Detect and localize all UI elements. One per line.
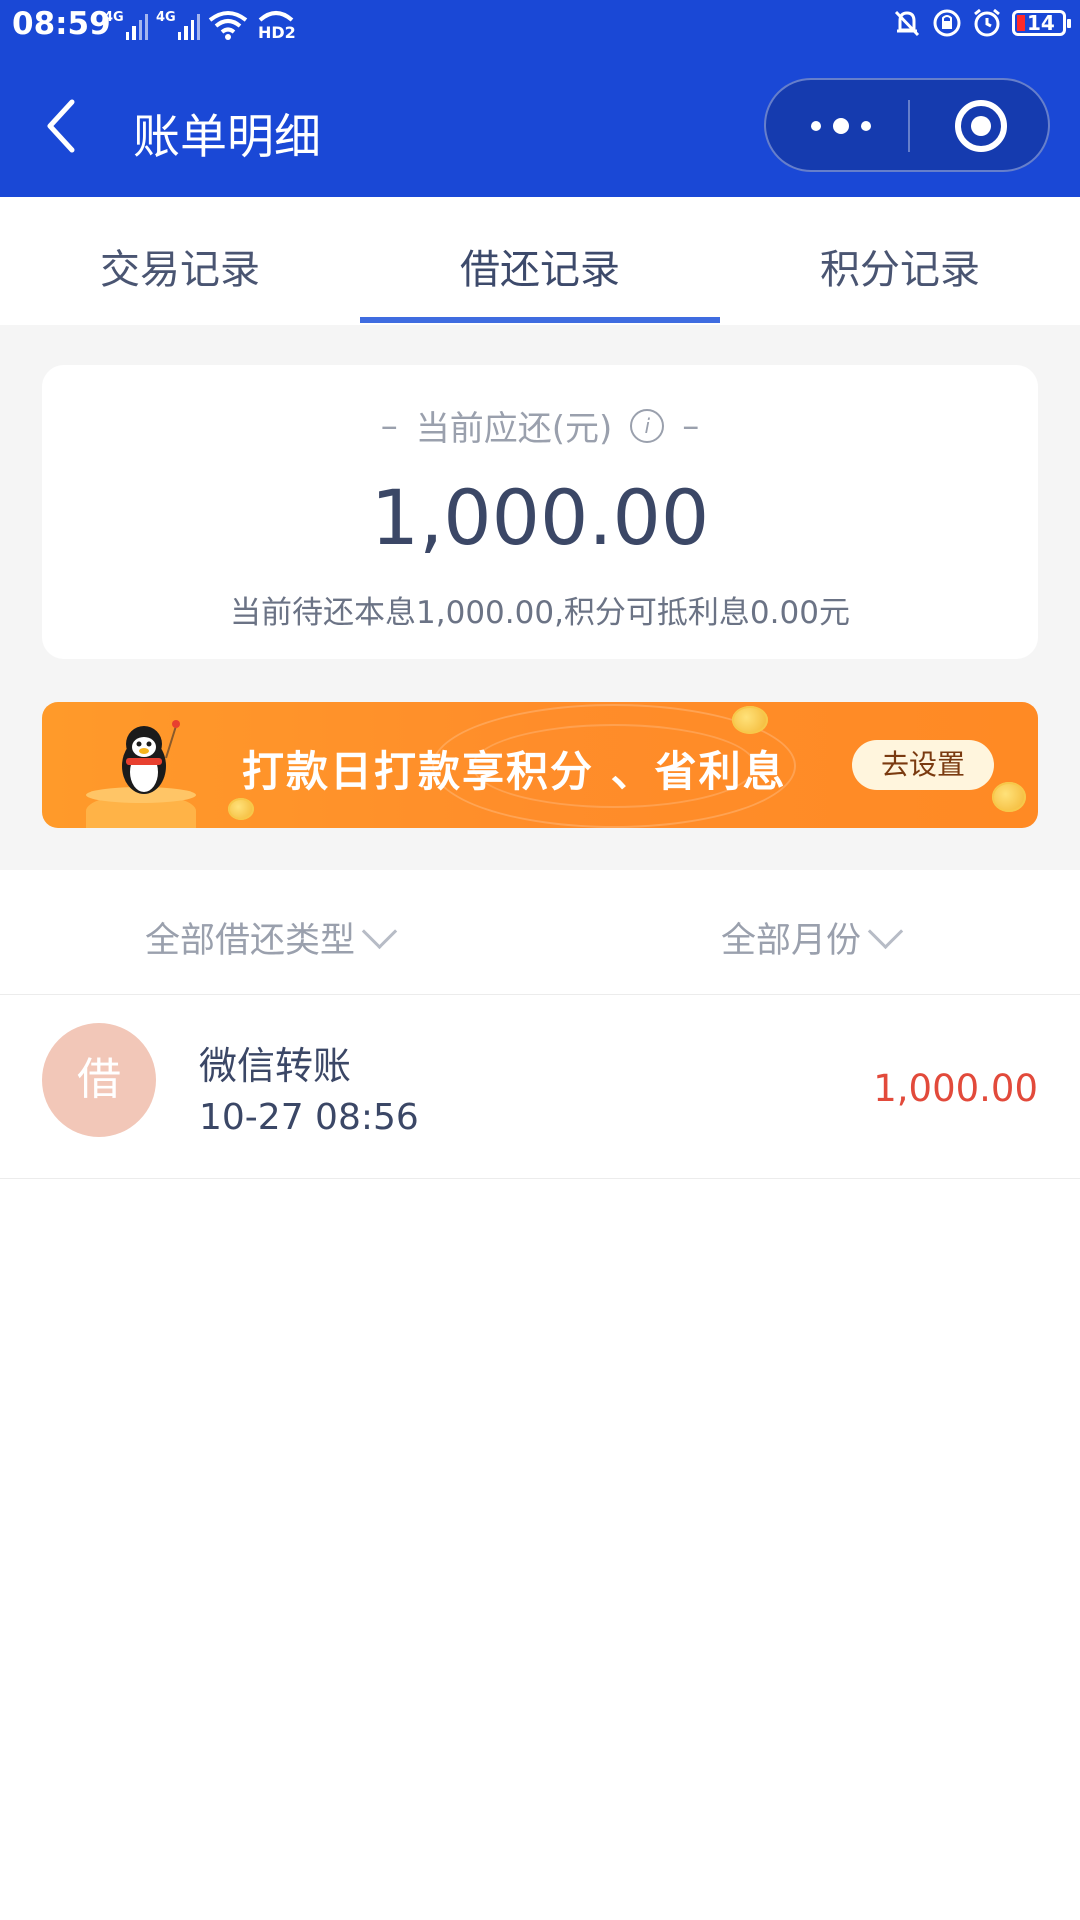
banner-text: 打款日打款享积分 、省利息 [242,747,787,796]
filter-type-label: 全部借还类型 [145,921,356,961]
close-miniapp-button[interactable] [926,92,1036,160]
filter-bar: 全部借还类型 全部月份 [0,870,1080,995]
amount-due: 1,000.00 [370,473,710,562]
battery-icon: 14 [1012,10,1071,36]
tab-transactions[interactable]: 交易记录 [0,197,360,325]
signal-icon: 4G [156,10,200,40]
record-tabs: 交易记录 借还记录 积分记录 [0,197,1080,325]
more-button[interactable] [786,100,896,152]
battery-fill [1017,15,1025,31]
tab-borrow-repay[interactable]: 借还记录 [360,197,720,325]
status-right-icons: 14 [892,8,1071,38]
dash-right: – [682,405,700,446]
nav-bar: 账单明细 [0,56,1080,197]
dash-left: – [380,405,398,446]
battery-level: 14 [1027,11,1055,35]
back-button[interactable] [40,96,90,156]
summary-label-row: – 当前应还(元) i – [42,401,1038,450]
summary-label: 当前应还(元) [415,409,613,449]
alarm-icon [974,8,1000,37]
wifi-icon [208,11,248,40]
chevron-down-icon [361,913,398,950]
tab-points[interactable]: 积分记录 [720,197,1080,325]
filter-type-dropdown[interactable]: 全部借还类型 [145,912,398,963]
status-bar: 08:59 4G 4G HD2 14 [0,0,1080,56]
chevron-left-icon [47,99,75,153]
list-item[interactable]: 借 微信转账 10-27 08:56 1,000.00 [0,995,1080,1179]
banner-setup-button[interactable]: 去设置 [852,740,994,790]
more-dots-icon [811,118,871,134]
filter-month-dropdown[interactable]: 全部月份 [721,912,904,963]
bell-muted-icon [894,10,920,37]
page-title: 账单明细 [133,110,321,165]
hd-label: HD2 [258,23,296,40]
coin-decoration [732,706,768,734]
miniapp-capsule [764,78,1050,172]
coin-decoration [992,782,1026,812]
capsule-divider [908,100,910,152]
summary-section: – 当前应还(元) i – 1,000.00 当前待还本息1,000.00,积分… [0,325,1080,870]
record-time: 10-27 08:56 [199,1097,419,1138]
hd-call-icon: HD2 [258,11,296,40]
record-amount: 1,000.00 [873,1067,1038,1110]
target-circle-icon [955,100,1007,152]
app-header: 08:59 4G 4G HD2 14 账单明细 [0,0,1080,197]
lock-rotation-icon [933,9,961,37]
network-type-label: 4G [104,10,124,25]
status-left-icons: 4G 4G HD2 [104,8,296,40]
promo-banner[interactable]: 打款日打款享积分 、省利息 去设置 [42,702,1038,828]
filter-month-label: 全部月份 [721,921,862,961]
penguin-mascot-icon [122,720,180,794]
coin-decoration [228,798,254,820]
repayment-summary-card: – 当前应还(元) i – 1,000.00 当前待还本息1,000.00,积分… [42,365,1038,659]
signal-icon: 4G [104,10,148,40]
network-type-label: 4G [156,10,176,25]
record-type-avatar: 借 [42,1023,156,1137]
amount-detail: 当前待还本息1,000.00,积分可抵利息0.00元 [230,595,850,631]
chevron-down-icon [867,913,904,950]
record-title: 微信转账 [199,1044,352,1088]
info-icon[interactable]: i [630,408,665,443]
status-time: 08:59 [12,6,111,42]
